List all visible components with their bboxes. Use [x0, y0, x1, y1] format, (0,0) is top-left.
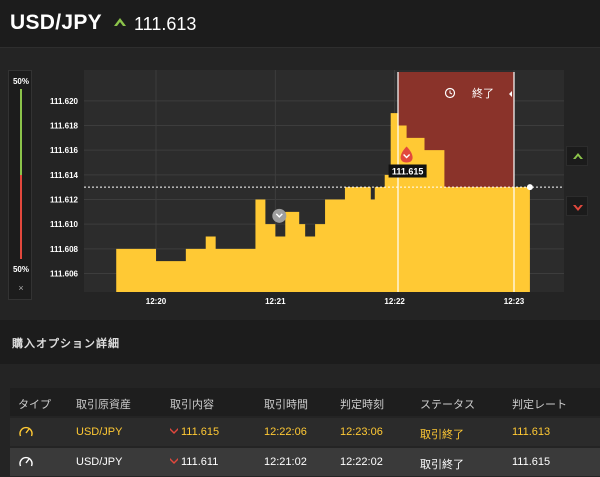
section-title: 購入オプション詳細 [12, 338, 120, 350]
down-arrow-icon [170, 428, 178, 434]
row-rate: 111.615 [512, 456, 551, 468]
row-content: 111.615 [170, 426, 219, 438]
currency-pair-title: USD/JPY [10, 11, 102, 34]
current-rate-dot [526, 184, 533, 191]
row-content-value: 111.615 [181, 426, 220, 438]
price-chart[interactable]: 111.620 111.618 111.616 111.614 111.612 111.6… [36, 70, 564, 318]
trading-screen: USD/JPY 111.613 50% 50% × 111.620 111.618… [0, 0, 600, 477]
y-tick-label: 111.616 [50, 146, 79, 155]
purchase-table: タイプ 取引原資産 取引内容 取引時間 判定時刻 ステータス 判定レート USD… [10, 388, 600, 476]
col-time: 取引時間 [264, 399, 308, 411]
row-time: 12:21:02 [264, 456, 307, 468]
gauge-top-label: 50% [12, 77, 29, 86]
y-tick-label: 111.606 [50, 270, 79, 279]
x-tick-label: 12:21 [265, 297, 286, 306]
end-label: 終了 [472, 86, 494, 100]
down-arrow-icon [170, 458, 178, 464]
col-type: タイプ [18, 399, 51, 411]
row-rate: 111.613 [512, 426, 551, 438]
row-content: 111.611 [170, 456, 218, 468]
purchase-details-header: 購入オプション詳細 [0, 320, 600, 364]
gauge-up-bar [20, 89, 22, 175]
x-tick-label: 12:23 [504, 297, 525, 306]
gauge-close-icon[interactable]: × [9, 283, 33, 293]
y-tick-label: 111.614 [50, 171, 79, 180]
y-tick-label: 111.608 [50, 245, 79, 254]
price-chart-svg: 111.620 111.618 111.616 111.614 111.612 111.6… [50, 70, 564, 306]
y-tick-label: 111.620 [50, 97, 79, 106]
up-arrow-icon [114, 18, 126, 26]
y-tick-label: 111.612 [50, 196, 79, 205]
gauge-bottom-label: 50% [12, 265, 29, 274]
low-button[interactable] [566, 196, 588, 216]
row-content-value: 111.611 [181, 456, 219, 468]
row-status: 取引終了 [420, 429, 464, 441]
y-tick-label: 111.610 [50, 220, 79, 229]
past-trade-marker [272, 208, 287, 223]
row-asset: USD/JPY [76, 456, 123, 468]
x-tick-label: 12:22 [384, 297, 405, 306]
col-rate: 判定レート [512, 399, 567, 411]
col-status: ステータス [420, 399, 475, 411]
row-status: 取引終了 [420, 459, 464, 471]
col-asset: 取引原資産 [76, 399, 131, 411]
timer-icon [19, 456, 33, 467]
row-time: 12:22:06 [264, 426, 307, 438]
table-row[interactable]: USD/JPY 111.615 12:22:06 12:23:06 取引終了 1… [10, 418, 600, 446]
row-judge-time: 12:22:02 [340, 456, 383, 468]
current-price: 111.613 [134, 14, 197, 34]
marker-label: 111.615 [392, 167, 424, 177]
col-judge-time: 判定時刻 [340, 399, 384, 411]
down-arrow-icon [573, 205, 583, 211]
row-judge-time: 12:23:06 [340, 426, 383, 438]
up-arrow-icon [573, 153, 583, 159]
x-tick-label: 12:20 [146, 297, 167, 306]
table-header: タイプ 取引原資産 取引内容 取引時間 判定時刻 ステータス 判定レート [10, 388, 600, 416]
timer-icon [19, 426, 33, 437]
table-row[interactable]: USD/JPY 111.611 12:21:02 12:22:02 取引終了 1… [10, 448, 600, 476]
row-asset: USD/JPY [76, 426, 123, 438]
col-content: 取引内容 [170, 399, 214, 411]
gauge-down-bar [20, 175, 22, 259]
sentiment-gauge: 50% 50% × [8, 70, 32, 300]
header: USD/JPY 111.613 [0, 0, 600, 48]
high-button[interactable] [566, 146, 588, 166]
y-tick-label: 111.618 [50, 122, 79, 131]
